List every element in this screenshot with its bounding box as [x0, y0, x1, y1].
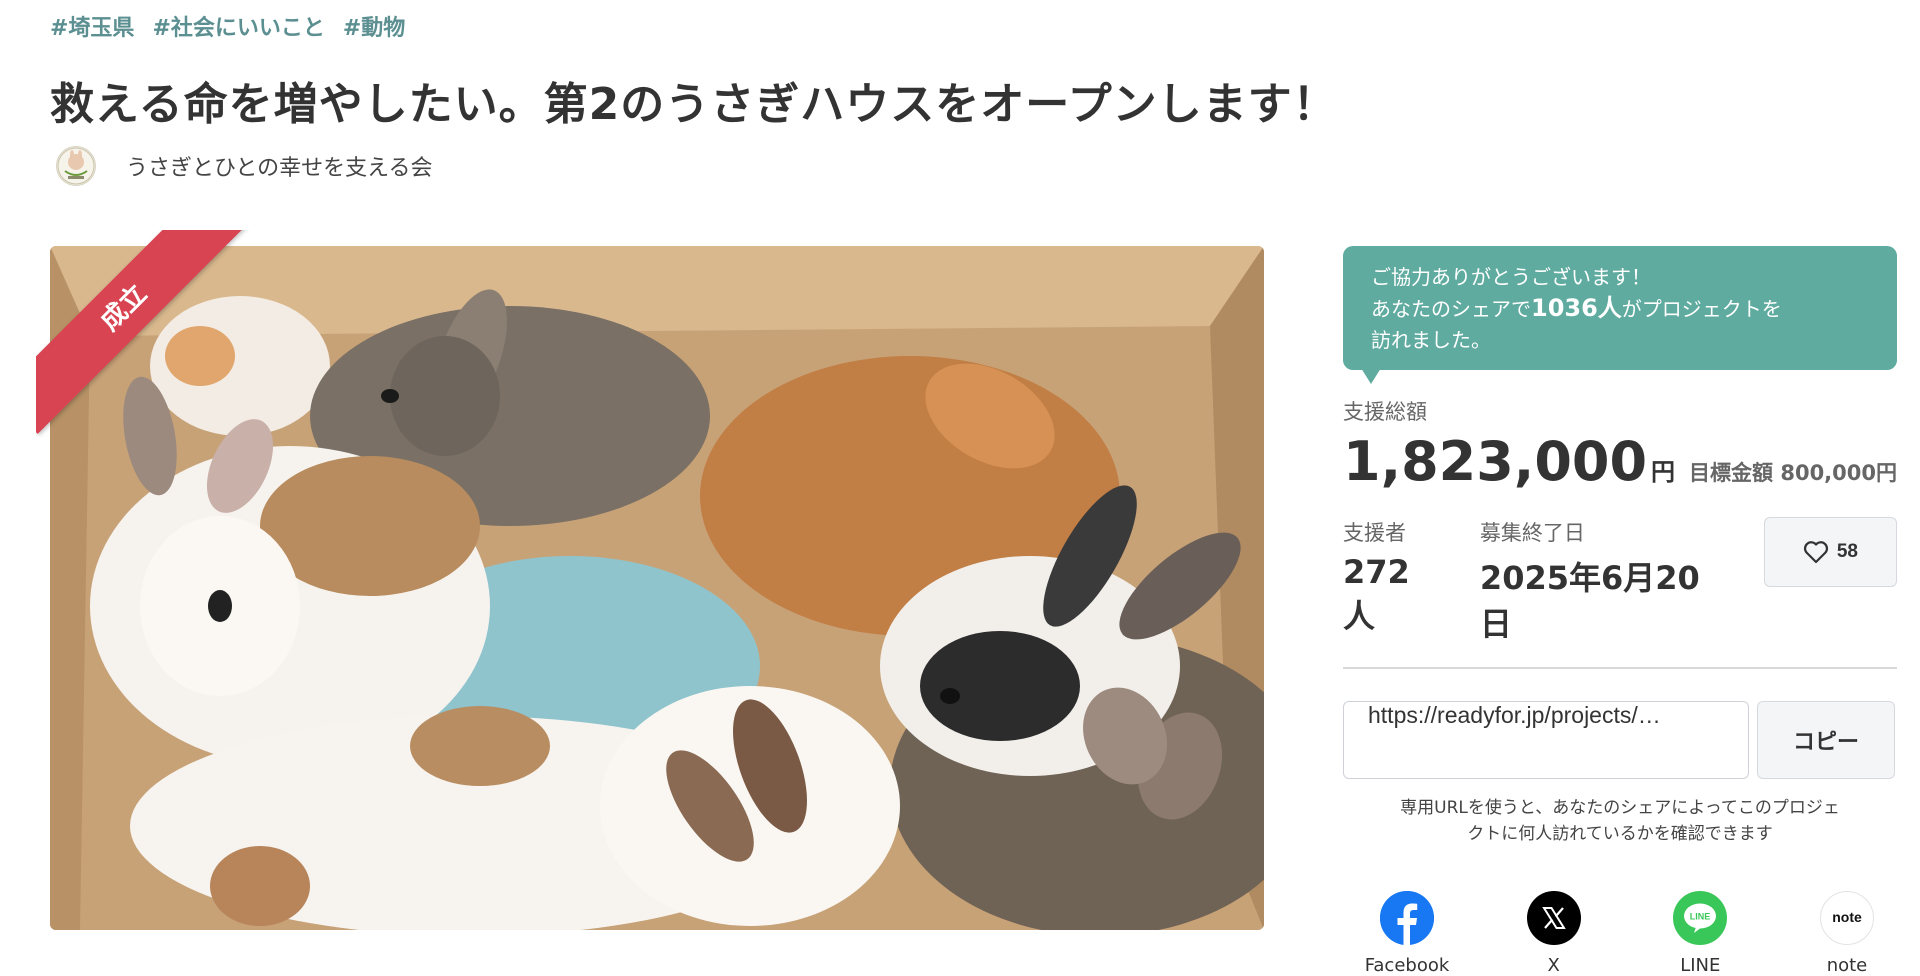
owner-logo-icon	[57, 147, 95, 185]
total-label: 支援総額	[1343, 400, 1427, 424]
svg-text:note: note	[1832, 909, 1862, 925]
share-line2-suffix: がプロジェクトを	[1621, 297, 1782, 321]
supporters-value: 272人	[1343, 553, 1410, 635]
page-title: 救える命を増やしたい。第2のうさぎハウスをオープンします！	[50, 79, 1338, 130]
share-thanks-line2: あなたのシェアで1036人がプロジェクトを	[1371, 293, 1869, 325]
total-currency: 円	[1651, 458, 1676, 486]
heart-icon	[1803, 541, 1828, 564]
share-url-note: 専用URLを使うと、あなたのシェアによってこのプロジェ クトに何人訪れているかを…	[1343, 795, 1897, 847]
note-icon: note	[1819, 891, 1874, 945]
share-url-note-line1: 専用URLを使うと、あなたのシェアによってこのプロジェ	[1400, 798, 1840, 818]
facebook-label: Facebook	[1364, 955, 1450, 976]
line-icon: LINE	[1673, 891, 1728, 945]
end-date-label: 募集終了日	[1479, 521, 1585, 545]
project-main-image	[50, 246, 1264, 930]
share-thanks-bubble: ご協力ありがとうございます！ あなたのシェアで1036人がプロジェクトを 訪れま…	[1343, 246, 1897, 384]
share-note-button[interactable]: note note	[1797, 891, 1897, 976]
share-visitor-count: 1036人	[1531, 294, 1622, 322]
share-url-row: https://readyfor.jp/projects/… コピー	[1343, 701, 1897, 779]
owner-avatar[interactable]	[56, 146, 96, 186]
end-date-stat: 募集終了日 2025年6月20日	[1480, 517, 1722, 645]
tag-animals[interactable]: #動物	[343, 10, 405, 42]
x-label: X	[1547, 955, 1560, 976]
share-line2-prefix: あなたのシェアで	[1371, 297, 1531, 321]
svg-text:LINE: LINE	[1690, 912, 1711, 922]
copy-url-button[interactable]: コピー	[1757, 701, 1895, 779]
favorite-button[interactable]: 58	[1763, 517, 1897, 587]
tag-saitama[interactable]: #埼玉県	[50, 10, 134, 42]
x-icon	[1526, 891, 1581, 945]
share-x-button[interactable]: X	[1504, 891, 1604, 976]
hero-container: 成立	[36, 230, 1264, 930]
share-url-field[interactable]: https://readyfor.jp/projects/…	[1343, 701, 1749, 779]
tag-social-good[interactable]: #社会にいいこと	[152, 10, 324, 42]
panel-divider	[1343, 667, 1897, 669]
total-amount: 1,823,000	[1343, 430, 1648, 493]
share-facebook-button[interactable]: Facebook	[1357, 891, 1457, 976]
social-share-row: Facebook X LINE LINE note note	[1343, 891, 1897, 976]
owner-name[interactable]: うさぎとひとの幸せを支える会	[126, 150, 432, 182]
share-url-note-line2: クトに何人訪れているかを確認できます	[1467, 824, 1773, 844]
total-section: 支援総額 1,823,000 円 目標金額 800,000円	[1343, 396, 1897, 493]
project-owner[interactable]: うさぎとひとの幸せを支える会	[56, 146, 432, 186]
funding-panel: ご協力ありがとうございます！ あなたのシェアで1036人がプロジェクトを 訪れま…	[1343, 246, 1897, 976]
facebook-icon	[1380, 891, 1434, 945]
stats-row: 支援者 272人 募集終了日 2025年6月20日 58	[1343, 517, 1897, 645]
end-date-value: 2025年6月20日	[1479, 559, 1700, 643]
favorite-count: 58	[1836, 541, 1858, 562]
share-thanks-line3: 訪れました。	[1371, 328, 1491, 352]
total-amount-wrap: 1,823,000 円	[1343, 430, 1675, 493]
note-label: note	[1826, 955, 1868, 976]
share-thanks-line1: ご協力ありがとうございます！	[1371, 265, 1651, 289]
line-label: LINE	[1680, 955, 1721, 976]
supporters-stat: 支援者 272人	[1343, 517, 1438, 637]
goal-amount: 目標金額 800,000円	[1689, 461, 1897, 485]
tag-list: #埼玉県 #社会にいいこと #動物	[50, 10, 405, 42]
supporters-label: 支援者	[1343, 521, 1406, 545]
share-line-button[interactable]: LINE LINE	[1650, 891, 1750, 976]
